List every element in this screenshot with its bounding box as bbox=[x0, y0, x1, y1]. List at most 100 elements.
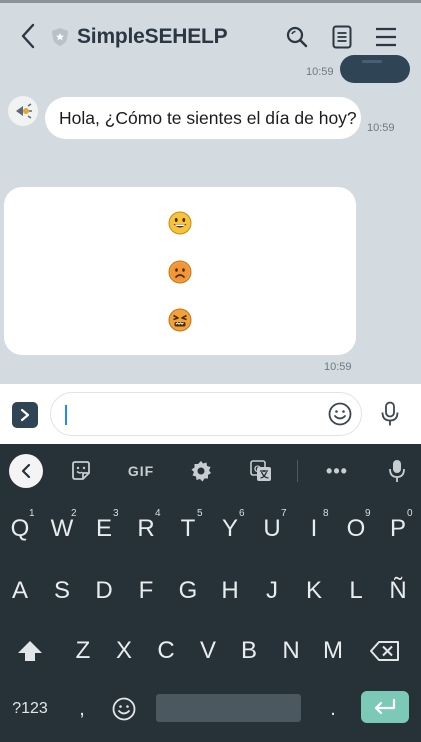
chat-screen: SimpleSEHELP 10:59 Hola, ¿Cómo te siente… bbox=[0, 0, 421, 444]
key-hint: 8 bbox=[323, 508, 329, 519]
key-label: U bbox=[263, 515, 281, 542]
key-l[interactable]: L bbox=[337, 566, 375, 616]
key-o[interactable]: O9 bbox=[337, 504, 375, 554]
key-hint: 3 bbox=[113, 508, 119, 519]
incoming-message-text: Hola, ¿Cómo te sientes el día de hoy? bbox=[59, 107, 357, 128]
bot-avatar[interactable] bbox=[8, 96, 38, 126]
key-q[interactable]: Q1 bbox=[1, 504, 39, 554]
symbols-label: ?123 bbox=[12, 700, 48, 717]
smiley-icon[interactable] bbox=[327, 401, 353, 427]
shield-badge-icon bbox=[51, 27, 69, 47]
key-hint: 1 bbox=[29, 508, 35, 519]
emoji-key[interactable] bbox=[105, 684, 143, 734]
key-hint: 9 bbox=[365, 508, 371, 519]
voice-input-icon[interactable] bbox=[382, 456, 412, 486]
gif-label: GIF bbox=[127, 463, 155, 479]
back-arrow-icon[interactable] bbox=[14, 21, 42, 51]
enter-arrow-icon bbox=[374, 698, 396, 715]
sad-face-icon bbox=[168, 260, 192, 284]
space-bar[interactable] bbox=[156, 694, 301, 722]
key-g[interactable]: G bbox=[169, 566, 207, 616]
key-label: Y bbox=[221, 515, 238, 542]
chat-title: SimpleSEHELP bbox=[77, 25, 228, 48]
key-label: T bbox=[180, 515, 196, 542]
settings-gear-icon[interactable] bbox=[186, 456, 216, 486]
keyboard-collapse-button[interactable] bbox=[9, 454, 43, 488]
key-d[interactable]: D bbox=[85, 566, 123, 616]
key-j[interactable]: J bbox=[253, 566, 291, 616]
key-h[interactable]: H bbox=[211, 566, 249, 616]
on-screen-keyboard: GIF G ••• Q1 W2 E3 R4 T5 Y6 U7 I8 O9 P0 … bbox=[0, 444, 421, 742]
message-time: 10:59 bbox=[306, 66, 334, 78]
backspace-icon bbox=[370, 641, 399, 661]
emoji-options-card bbox=[4, 187, 356, 355]
microphone-icon[interactable] bbox=[378, 400, 402, 428]
key-y[interactable]: Y6 bbox=[211, 504, 249, 554]
sticker-icon[interactable] bbox=[66, 456, 96, 486]
happy-face-icon bbox=[168, 211, 192, 235]
message-time: 10:59 bbox=[367, 122, 395, 134]
key-n[interactable]: N bbox=[272, 626, 310, 676]
period-key[interactable]: . bbox=[314, 684, 352, 734]
gif-button[interactable]: GIF bbox=[124, 456, 158, 486]
previous-outgoing-bubble bbox=[340, 55, 410, 83]
svg-text:G: G bbox=[254, 464, 261, 474]
key-x[interactable]: X bbox=[105, 626, 143, 676]
happy-face-option[interactable] bbox=[168, 211, 192, 235]
more-options-label: ••• bbox=[326, 460, 348, 481]
key-t[interactable]: T5 bbox=[169, 504, 207, 554]
key-label: Q bbox=[10, 515, 30, 542]
key-f[interactable]: F bbox=[127, 566, 165, 616]
menu-icon[interactable] bbox=[372, 23, 400, 51]
expand-icon[interactable] bbox=[12, 402, 38, 428]
key-label: E bbox=[95, 515, 112, 542]
key-label: I bbox=[310, 515, 318, 542]
comma-key[interactable]: , bbox=[64, 684, 100, 734]
message-input[interactable] bbox=[50, 392, 362, 436]
key-hint: 0 bbox=[407, 508, 413, 519]
key-label: R bbox=[137, 515, 155, 542]
sad-face-option[interactable] bbox=[168, 260, 192, 284]
key-m[interactable]: M bbox=[314, 626, 352, 676]
key-b[interactable]: B bbox=[230, 626, 268, 676]
key-c[interactable]: C bbox=[147, 626, 185, 676]
key-u[interactable]: U7 bbox=[253, 504, 291, 554]
key-hint: 6 bbox=[239, 508, 245, 519]
more-options-icon[interactable]: ••• bbox=[320, 456, 354, 486]
translate-icon[interactable]: G bbox=[246, 456, 276, 486]
backspace-key[interactable] bbox=[366, 626, 404, 676]
key-s[interactable]: S bbox=[43, 566, 81, 616]
keyboard-toolbar: GIF G ••• bbox=[0, 444, 421, 496]
key-k[interactable]: K bbox=[295, 566, 333, 616]
smiley-icon bbox=[112, 697, 136, 721]
key-n-tilde[interactable]: Ñ bbox=[379, 566, 417, 616]
key-hint: 4 bbox=[155, 508, 161, 519]
key-v[interactable]: V bbox=[189, 626, 227, 676]
key-r[interactable]: R4 bbox=[127, 504, 165, 554]
shift-arrow-icon bbox=[18, 641, 42, 661]
enter-key[interactable] bbox=[361, 691, 409, 723]
key-hint: 2 bbox=[71, 508, 77, 519]
key-label: O bbox=[346, 515, 366, 542]
key-w[interactable]: W2 bbox=[43, 504, 81, 554]
key-hint: 7 bbox=[281, 508, 287, 519]
incoming-message-bubble: Hola, ¿Cómo te sientes el día de hoy? bbox=[45, 97, 361, 139]
toolbar-divider bbox=[297, 460, 298, 482]
angry-face-option[interactable] bbox=[168, 308, 192, 332]
key-e[interactable]: E3 bbox=[85, 504, 123, 554]
key-p[interactable]: P0 bbox=[379, 504, 417, 554]
key-i[interactable]: I8 bbox=[295, 504, 333, 554]
key-label: P bbox=[389, 515, 406, 542]
key-label: W bbox=[50, 515, 74, 542]
key-a[interactable]: A bbox=[1, 566, 39, 616]
message-composer bbox=[0, 384, 421, 444]
shift-key[interactable] bbox=[11, 626, 49, 676]
chevron-left-icon bbox=[21, 463, 31, 479]
symbols-key[interactable]: ?123 bbox=[6, 684, 54, 734]
search-icon[interactable] bbox=[283, 23, 311, 51]
message-time: 10:59 bbox=[324, 361, 352, 373]
key-z[interactable]: Z bbox=[64, 626, 102, 676]
frustrated-face-icon bbox=[168, 308, 192, 332]
key-hint: 5 bbox=[197, 508, 203, 519]
notes-icon[interactable] bbox=[328, 23, 356, 51]
